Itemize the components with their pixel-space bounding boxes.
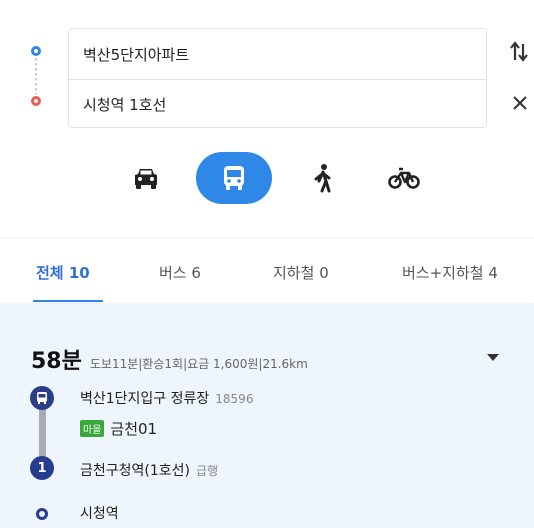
- distance: 21.6km: [262, 357, 308, 371]
- tab-bus[interactable]: 버스 6: [159, 262, 201, 283]
- arrival-stop: 시청역: [80, 506, 119, 522]
- destination-pin: [36, 508, 48, 520]
- tab-count: 0: [319, 264, 329, 282]
- boarding-stop: 벽산1단지입구 정류장 18596: [80, 388, 253, 408]
- origin-field[interactable]: 벽산5단지아파트: [69, 29, 486, 79]
- tab-subway[interactable]: 지하철 0: [273, 262, 329, 283]
- route-result-card[interactable]: [0, 303, 534, 528]
- clear-destination-button[interactable]: [509, 90, 531, 116]
- tab-label: 전체: [36, 264, 64, 282]
- expand-route-button[interactable]: [484, 349, 502, 363]
- transfer-stop: 금천구청역(1호선) 급행: [80, 460, 218, 480]
- origin-marker: [31, 46, 41, 56]
- walk-time: 도보11분: [89, 357, 139, 371]
- swap-vertical-icon: [510, 41, 528, 62]
- tab-count: 10: [68, 264, 90, 282]
- tabs-divider: [0, 237, 534, 238]
- tab-all[interactable]: 전체 10: [36, 262, 90, 283]
- tab-count: 6: [191, 264, 201, 282]
- tab-label: 버스+지하철: [402, 264, 484, 282]
- destination-field[interactable]: 시청역 1호선: [69, 79, 486, 129]
- mode-walk-button[interactable]: [297, 152, 349, 204]
- bus-icon: [224, 166, 244, 190]
- route-input-box: 벽산5단지아파트 시청역 1호선: [68, 28, 487, 128]
- stop-name: 벽산1단지입구 정류장: [80, 391, 210, 407]
- active-tab-indicator: [33, 300, 103, 302]
- train-type: 급행: [196, 464, 219, 478]
- bicycle-icon: [388, 167, 420, 189]
- bus-stop-pin: [30, 386, 54, 410]
- walk-icon: [314, 164, 331, 193]
- route-connector: [35, 58, 37, 94]
- destination-marker: [31, 96, 41, 106]
- swap-button[interactable]: [509, 36, 529, 66]
- village-bus-badge: 마을: [80, 420, 105, 437]
- bus-icon: [37, 392, 47, 404]
- car-icon: [135, 169, 157, 189]
- route-summary: 58분 도보11분 | 환승1회 | 요금 1,600원 | 21.6km: [31, 343, 308, 375]
- tab-bus-subway[interactable]: 버스+지하철 4: [402, 262, 498, 283]
- subway-line-badge: 1: [30, 456, 54, 480]
- fare: 요금 1,600원: [187, 357, 259, 371]
- stop-name: 금천구청역(1호선): [80, 463, 190, 479]
- transfer-count: 환승1회: [142, 357, 184, 371]
- tab-label: 버스: [159, 264, 187, 282]
- total-duration: 58분: [31, 349, 82, 374]
- tab-label: 지하철: [273, 264, 315, 282]
- chevron-down-icon: [487, 354, 499, 361]
- bus-line: 마을 금천01: [80, 418, 157, 439]
- close-icon: [513, 96, 527, 110]
- mode-car-button[interactable]: [120, 152, 172, 204]
- stop-id: 18596: [215, 392, 254, 406]
- bus-number: 금천01: [110, 420, 158, 438]
- mode-bus-button[interactable]: [196, 152, 272, 204]
- mode-bike-button[interactable]: [378, 152, 430, 204]
- tab-count: 4: [488, 264, 498, 282]
